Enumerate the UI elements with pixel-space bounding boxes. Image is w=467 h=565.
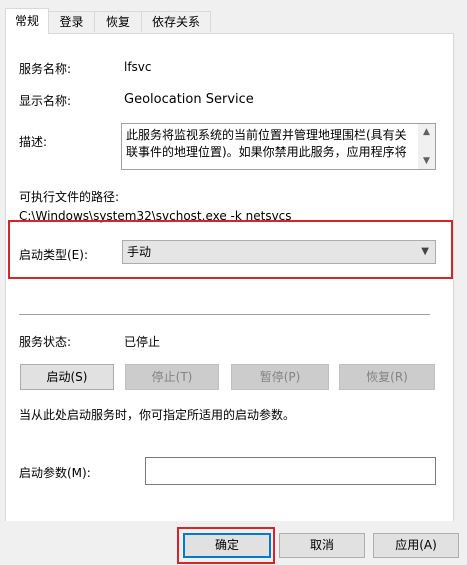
startup-type-select[interactable]: 手动 ▼ xyxy=(122,240,436,264)
startup-type-label: 启动类型(E): xyxy=(19,248,88,262)
description-label: 描述: xyxy=(19,135,48,149)
description-text: 此服务将监视系统的当前位置并管理地理围栏(具有关联事件的地理位置)。如果你禁用此… xyxy=(126,128,407,159)
scroll-up-icon[interactable]: ▲ xyxy=(418,124,435,140)
service-status-label: 服务状态: xyxy=(19,335,72,349)
startup-type-value: 手动 xyxy=(127,245,152,259)
display-name-label: 显示名称: xyxy=(19,94,72,108)
tab-logon[interactable]: 登录 xyxy=(48,11,95,32)
scroll-down-icon[interactable]: ▼ xyxy=(418,153,435,169)
divider xyxy=(19,314,430,315)
start-params-input[interactable] xyxy=(145,457,436,485)
exe-path-label: 可执行文件的路径: xyxy=(19,190,120,204)
ok-button[interactable]: 确定 xyxy=(183,533,271,558)
service-name-value: lfsvc xyxy=(124,60,152,74)
pause-button[interactable]: 暂停(P) xyxy=(231,364,329,390)
start-button[interactable]: 启动(S) xyxy=(20,364,114,390)
tab-recovery[interactable]: 恢复 xyxy=(94,11,142,32)
stop-button[interactable]: 停止(T) xyxy=(125,364,219,390)
display-name-value: Geolocation Service xyxy=(124,92,254,107)
tab-dependencies[interactable]: 依存关系 xyxy=(141,11,211,32)
exe-path-value: C:\Windows\system32\svchost.exe -k netsv… xyxy=(19,209,292,223)
tab-general[interactable]: 常规 xyxy=(5,8,49,34)
cancel-button[interactable]: 取消 xyxy=(279,533,365,558)
tab-bar: 常规 登录 恢复 依存关系 xyxy=(0,0,467,34)
chevron-down-icon: ▼ xyxy=(421,246,429,257)
description-textbox[interactable]: 此服务将监视系统的当前位置并管理地理围栏(具有关联事件的地理位置)。如果你禁用此… xyxy=(121,123,436,170)
service-status-value: 已停止 xyxy=(124,335,161,349)
service-name-label: 服务名称: xyxy=(19,62,72,76)
start-params-hint: 当从此处启动服务时，你可指定所适用的启动参数。 xyxy=(19,408,296,422)
description-scrollbar[interactable]: ▲ ▼ xyxy=(418,124,435,169)
start-params-label: 启动参数(M): xyxy=(19,466,91,480)
resume-button[interactable]: 恢复(R) xyxy=(339,364,435,390)
apply-button[interactable]: 应用(A) xyxy=(373,533,459,558)
